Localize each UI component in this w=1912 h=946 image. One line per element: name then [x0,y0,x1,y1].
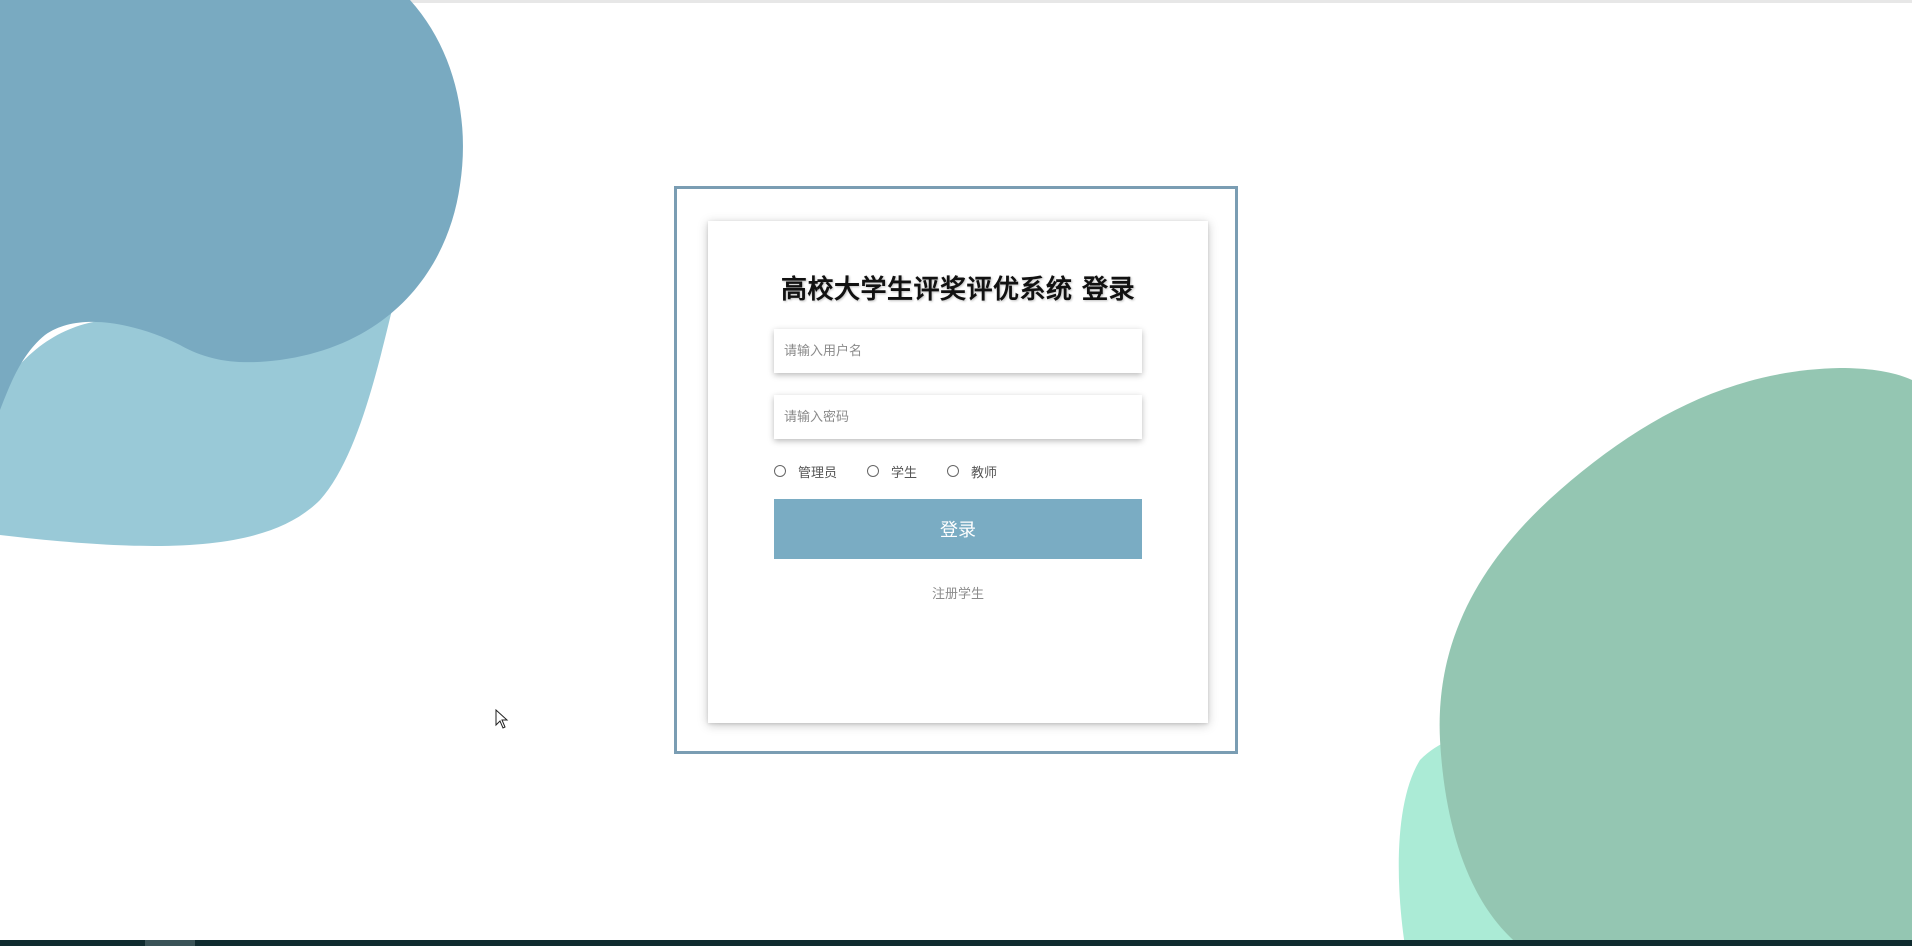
register-student-link[interactable]: 注册学生 [708,583,1208,602]
role-option-student[interactable]: 学生 [867,462,917,481]
radio-icon[interactable] [867,465,880,477]
password-input[interactable] [774,395,1142,439]
radio-icon[interactable] [774,465,786,477]
mouse-cursor-icon [495,709,509,729]
blob-bottom-right-green [1439,368,1912,946]
role-radio-group: 管理员 学生 教师 [774,461,1027,481]
taskbar-scroll-thumb[interactable] [145,940,195,946]
role-option-teacher[interactable]: 教师 [947,462,997,481]
username-input[interactable] [774,329,1142,373]
bottom-taskbar [0,940,1912,946]
login-card: 高校大学生评奖评优系统 登录 管理员 学生 教师 登录 注册学生 [708,221,1208,723]
radio-icon[interactable] [947,465,960,477]
page-title: 高校大学生评奖评优系统 登录 [780,275,1136,305]
role-label-teacher: 教师 [971,465,998,481]
login-page: 高校大学生评奖评优系统 登录 管理员 学生 教师 登录 注册学生 [0,0,1912,946]
role-option-admin[interactable]: 管理员 [774,462,837,481]
role-label-student: 学生 [891,465,918,481]
login-button[interactable]: 登录 [774,499,1142,559]
role-label-admin: 管理员 [798,465,838,481]
